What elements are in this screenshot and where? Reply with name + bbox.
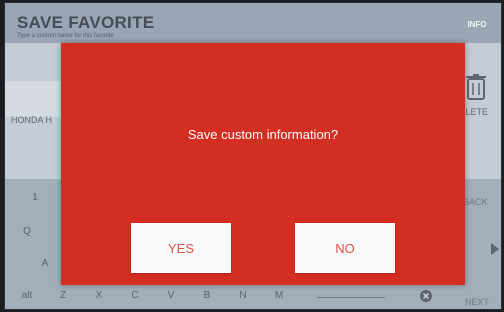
clear-x-icon[interactable] [419,289,433,303]
key-1[interactable]: 1 [23,187,47,207]
key-alt[interactable]: alt [13,285,41,305]
touchscreen: SAVE FAVORITE Type a custom name for thi… [4,2,502,310]
key-c[interactable]: C [123,285,147,305]
info-button[interactable]: INFO [459,11,495,37]
key-m[interactable]: M [267,285,291,305]
trash-icon [466,74,486,100]
spacebar[interactable] [317,297,385,298]
page-title: SAVE FAVORITE [17,13,155,32]
confirm-dialog: Save custom information? YES NO [61,43,465,285]
no-button[interactable]: NO [295,223,395,273]
key-a[interactable]: A [33,253,57,273]
next-button[interactable]: NEXT [465,297,489,307]
make-field-value: HONDA H [11,115,53,125]
page-subtitle: Type a custom name for this favorite [17,33,114,39]
dialog-message: Save custom information? [187,127,339,142]
key-q[interactable]: Q [15,221,39,241]
yes-button[interactable]: YES [131,223,231,273]
back-button[interactable]: BACK [463,197,488,207]
key-z[interactable]: Z [51,285,75,305]
key-v[interactable]: V [159,285,183,305]
key-b[interactable]: B [195,285,219,305]
key-n[interactable]: N [231,285,255,305]
header-bar: SAVE FAVORITE Type a custom name for thi… [5,3,501,43]
key-x[interactable]: X [87,285,111,305]
next-arrow-icon[interactable] [491,243,499,255]
